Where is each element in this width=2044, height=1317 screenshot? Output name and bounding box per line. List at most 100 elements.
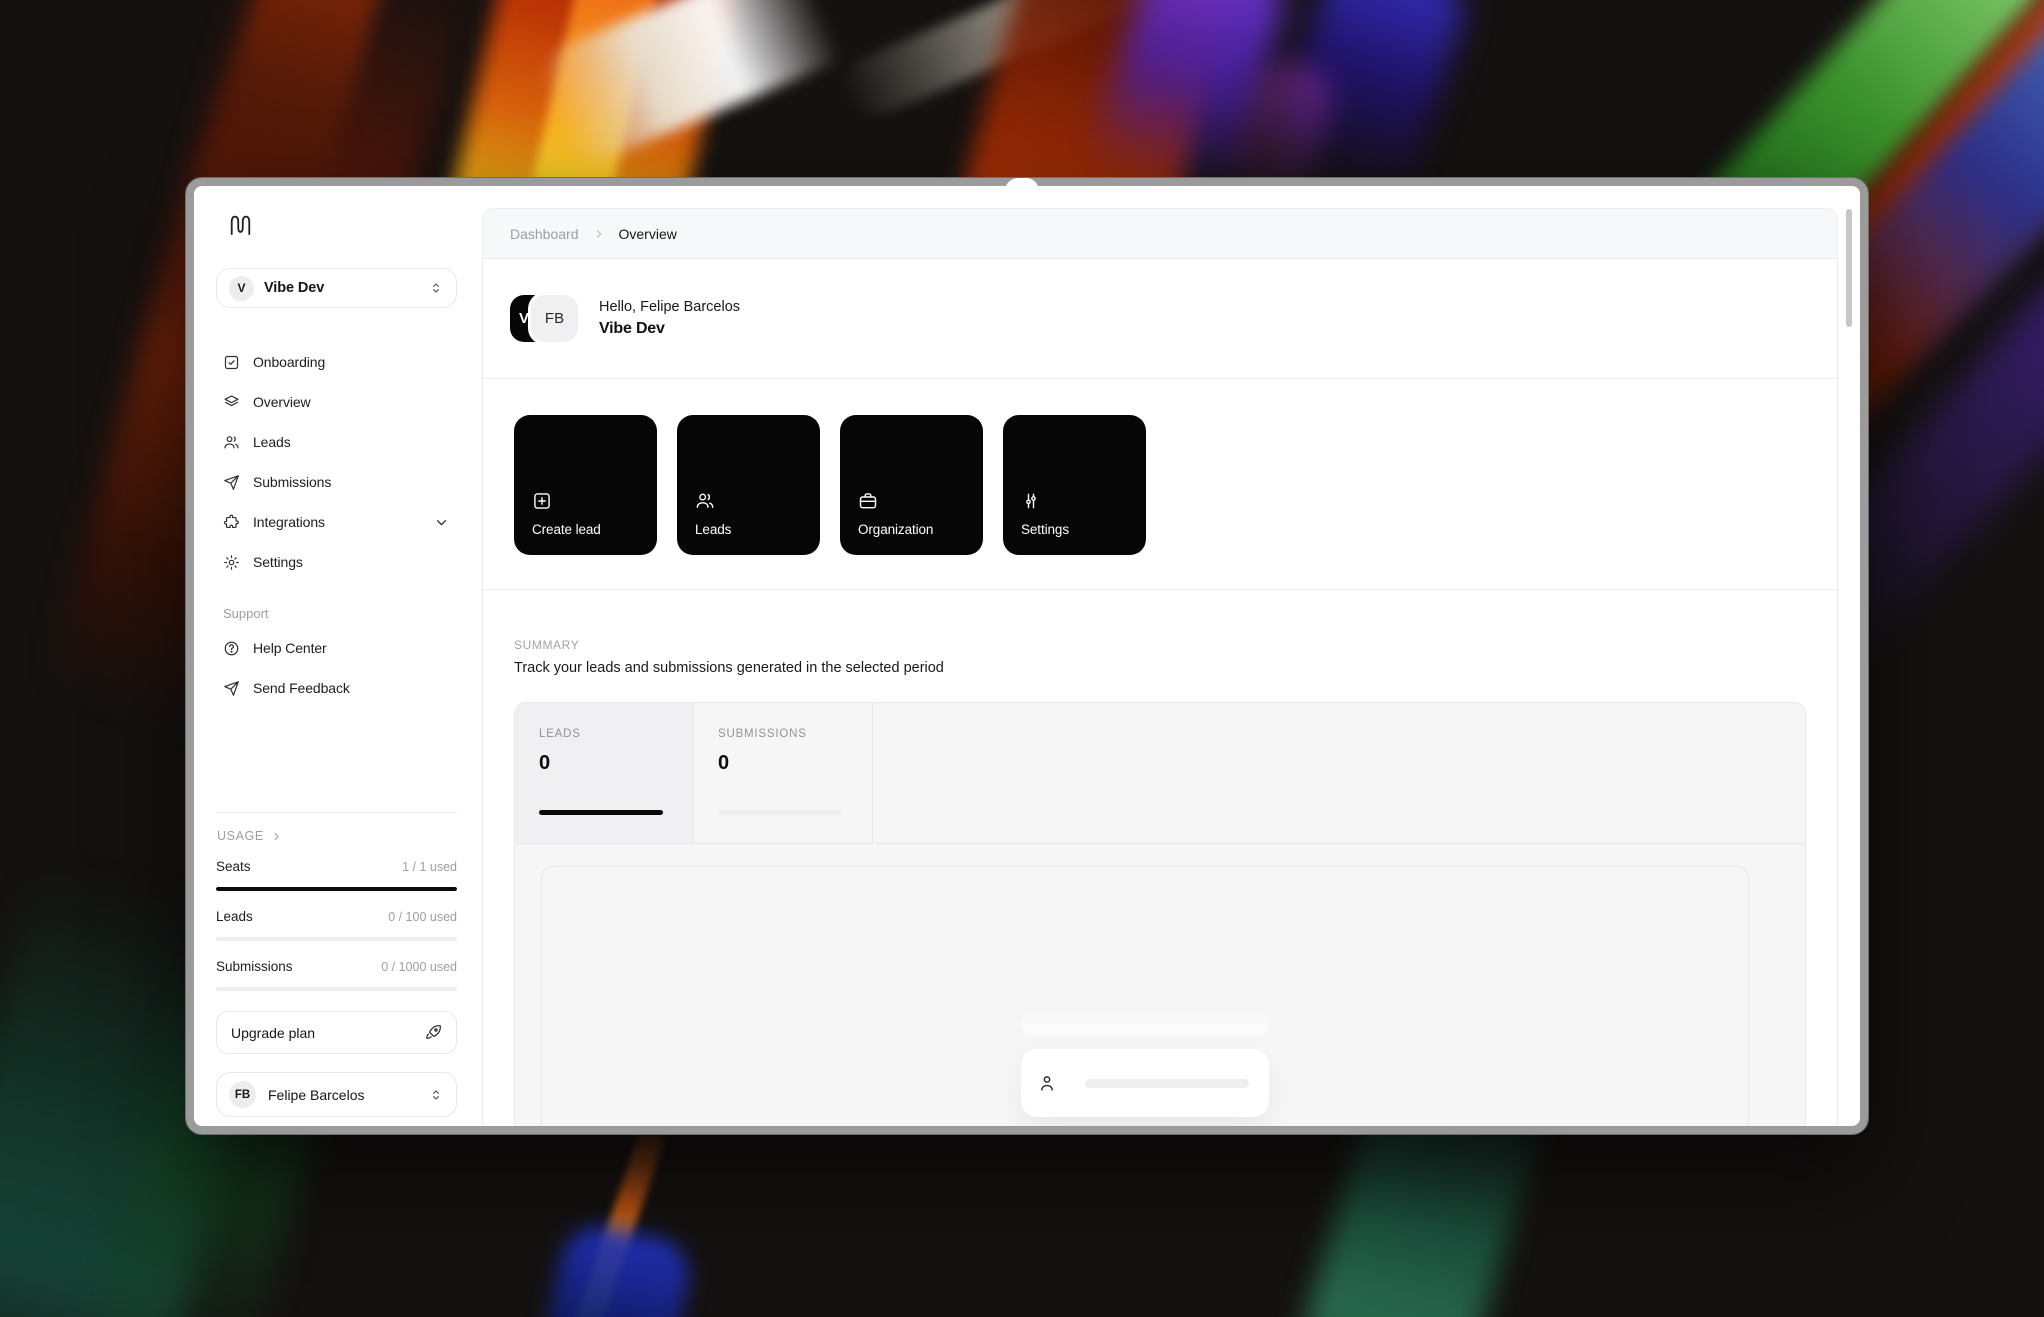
- workspace-avatar: V: [229, 276, 254, 301]
- sidebar-item-label: Onboarding: [253, 354, 325, 370]
- chevrons-up-down-icon: [428, 280, 444, 296]
- sidebar-item-settings[interactable]: Settings: [216, 542, 457, 582]
- usage-section-link[interactable]: USAGE: [216, 829, 457, 843]
- user-name: Felipe Barcelos: [268, 1087, 416, 1103]
- usage-row-leads: Leads 0 / 100 used: [216, 909, 457, 941]
- usage-row-value: 0 / 100 used: [388, 910, 457, 924]
- help-circle-icon: [223, 640, 240, 657]
- usage-progress-track: [216, 937, 457, 941]
- avatar-stack: V FB: [510, 295, 578, 342]
- tab-label: SUBMISSIONS: [718, 728, 848, 740]
- greeting-line: Hello, Felipe Barcelos: [599, 299, 740, 315]
- chevron-right-icon: [592, 227, 606, 241]
- sidebar-item-label: Submissions: [253, 474, 331, 490]
- greeting-header: V FB Hello, Felipe Barcelos Vibe Dev: [483, 259, 1837, 379]
- upgrade-plan-button[interactable]: Upgrade plan: [216, 1011, 457, 1054]
- workspace-name: Vibe Dev: [264, 280, 418, 296]
- skeleton-card: [1021, 1049, 1269, 1117]
- chevron-down-icon: [433, 514, 450, 531]
- app-window: V Vibe Dev Onboarding Overview Leads: [186, 178, 1868, 1134]
- summary-panel: LEADS 0 SUBMISSIONS 0: [514, 702, 1806, 1126]
- action-card-label: Organization: [858, 522, 965, 537]
- background-streak: [524, 1219, 697, 1317]
- sidebar-item-overview[interactable]: Overview: [216, 382, 457, 422]
- action-card-label: Create lead: [532, 522, 639, 537]
- support-section-heading: Support: [216, 606, 457, 624]
- sidebar-item-leads[interactable]: Leads: [216, 422, 457, 462]
- create-lead-card[interactable]: Create lead: [514, 415, 657, 555]
- chevron-right-icon: [270, 830, 283, 843]
- sidebar-item-label: Overview: [253, 394, 311, 410]
- sidebar-item-label: Settings: [253, 554, 303, 570]
- person-icon: [1037, 1073, 1057, 1093]
- square-check-icon: [223, 354, 240, 371]
- sidebar-item-submissions[interactable]: Submissions: [216, 462, 457, 502]
- empty-state-carousel: [1021, 1010, 1269, 1126]
- workspace-selector[interactable]: V Vibe Dev: [216, 268, 457, 308]
- breadcrumb-dashboard[interactable]: Dashboard: [510, 226, 579, 242]
- usage-progress-fill: [216, 887, 457, 891]
- usage-row-submissions: Submissions 0 / 1000 used: [216, 959, 457, 991]
- usage-row-value: 1 / 1 used: [402, 860, 457, 874]
- users-icon: [695, 491, 715, 511]
- usage-row-label: Submissions: [216, 959, 293, 974]
- layers-icon: [223, 394, 240, 411]
- user-avatar: FB: [229, 1081, 256, 1108]
- skeleton-card-faded: [1021, 1010, 1269, 1036]
- tab-value: 0: [539, 752, 669, 775]
- sidebar-item-onboarding[interactable]: Onboarding: [216, 342, 457, 382]
- send-icon: [223, 474, 240, 491]
- tab-leads[interactable]: LEADS 0: [515, 703, 694, 843]
- usage-section: USAGE Seats 1 / 1 used Leads 0: [216, 812, 457, 1126]
- sidebar-item-help-center[interactable]: Help Center: [216, 628, 457, 668]
- app-logo-wave-icon: [227, 211, 254, 238]
- puzzle-icon: [223, 514, 240, 531]
- chevrons-up-down-icon: [428, 1087, 444, 1103]
- main-area: Dashboard Overview V FB Hello, Felipe Ba…: [479, 186, 1860, 1126]
- usage-progress-track: [216, 987, 457, 991]
- user-avatar: FB: [531, 295, 578, 342]
- skeleton-text-bar: [1085, 1079, 1249, 1088]
- tab-submissions[interactable]: SUBMISSIONS 0: [694, 703, 873, 843]
- usage-row-label: Seats: [216, 859, 251, 874]
- summary-description: Track your leads and submissions generat…: [514, 660, 1806, 676]
- organization-card[interactable]: Organization: [840, 415, 983, 555]
- rocket-icon: [425, 1024, 442, 1041]
- briefcase-icon: [858, 491, 878, 511]
- usage-progress-track: [216, 887, 457, 891]
- sidebar-item-integrations[interactable]: Integrations: [216, 502, 457, 542]
- settings-card[interactable]: Settings: [1003, 415, 1146, 555]
- square-plus-icon: [532, 491, 552, 511]
- scrollbar-thumb[interactable]: [1846, 209, 1852, 327]
- tab-active-indicator: [539, 810, 663, 815]
- usage-row-label: Leads: [216, 909, 253, 924]
- summary-tabs: LEADS 0 SUBMISSIONS 0: [515, 703, 1805, 844]
- sidebar-item-send-feedback[interactable]: Send Feedback: [216, 668, 457, 708]
- sidebar-item-label: Leads: [253, 434, 291, 450]
- user-account-selector[interactable]: FB Felipe Barcelos: [216, 1072, 457, 1117]
- gear-icon: [223, 554, 240, 571]
- leads-card[interactable]: Leads: [677, 415, 820, 555]
- sidebar-item-label: Integrations: [253, 514, 325, 530]
- summary-section: SUMMARY Track your leads and submissions…: [483, 590, 1837, 1126]
- summary-heading: SUMMARY: [514, 638, 1806, 652]
- tab-label: LEADS: [539, 728, 669, 740]
- support-nav: Help Center Send Feedback: [216, 628, 457, 708]
- greeting-text: Hello, Felipe Barcelos Vibe Dev: [599, 299, 740, 338]
- window-content: V Vibe Dev Onboarding Overview Leads: [194, 186, 1860, 1126]
- breadcrumb-overview[interactable]: Overview: [619, 226, 677, 242]
- sidebar-item-label: Help Center: [253, 640, 327, 656]
- sidebar-item-label: Send Feedback: [253, 680, 350, 696]
- main-panel: Dashboard Overview V FB Hello, Felipe Ba…: [482, 208, 1838, 1126]
- sidebar: V Vibe Dev Onboarding Overview Leads: [194, 186, 479, 1126]
- sidebar-nav: Onboarding Overview Leads Submissions In…: [216, 342, 457, 582]
- quick-actions: Create lead Leads Organization Settings: [483, 379, 1837, 590]
- breadcrumb: Dashboard Overview: [483, 209, 1837, 259]
- usage-rows: Seats 1 / 1 used Leads 0 / 100 used: [216, 859, 457, 991]
- summary-chart-area: [515, 866, 1805, 1126]
- send-icon: [223, 680, 240, 697]
- users-icon: [223, 434, 240, 451]
- usage-heading: USAGE: [217, 829, 264, 843]
- usage-row-seats: Seats 1 / 1 used: [216, 859, 457, 891]
- upgrade-plan-label: Upgrade plan: [231, 1025, 315, 1041]
